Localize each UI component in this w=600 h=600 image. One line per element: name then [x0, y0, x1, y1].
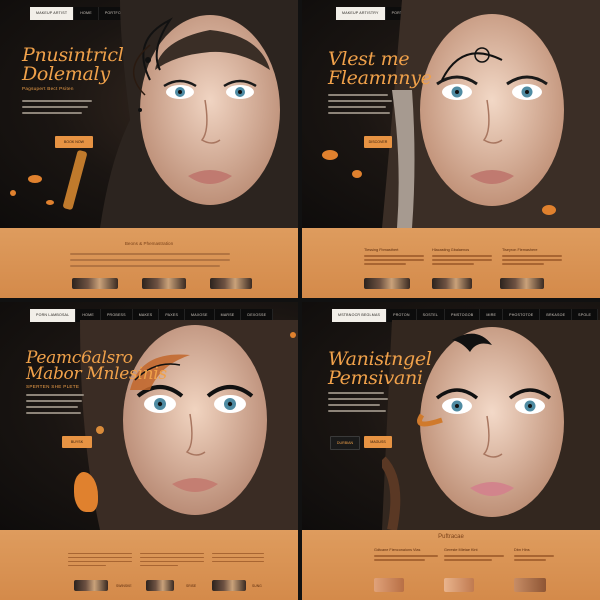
- product-label: SRISE: [186, 584, 197, 588]
- product-image[interactable]: [74, 580, 108, 591]
- product-highlighter-image[interactable]: [142, 278, 186, 289]
- product-image[interactable]: [364, 278, 410, 289]
- panel-1: MAKEUP ARTIST HOME PORTFOLIO SERVICES EV…: [0, 0, 298, 298]
- body-text-line: [328, 94, 388, 96]
- body-text-line: [22, 112, 82, 114]
- nav-item-brand[interactable]: MSTBNOCR BEGLMAS: [332, 309, 388, 322]
- nav-item-brand[interactable]: MAKEUP ARTISTRY: [336, 7, 386, 20]
- text-column: [68, 550, 132, 569]
- product-lipstick-image[interactable]: [72, 278, 118, 289]
- panel-2: MAKEUP ARTISTRY PORTFOLIO SERVICES BRIDA…: [302, 0, 600, 298]
- body-text-line: [328, 106, 386, 108]
- paint-splash: [10, 190, 16, 196]
- hero-headline-line-2: Fleamnnye: [328, 67, 432, 89]
- body-text-line: [328, 404, 380, 406]
- feature-title: Gereste Mletae Kint: [444, 548, 478, 552]
- product-eyeliner-image[interactable]: [210, 278, 252, 289]
- hero-section: MAKEUP ARTISTRY PORTFOLIO SERVICES BRIDA…: [302, 0, 600, 228]
- feature-column: Tlessing Fbmasthert: [364, 248, 424, 267]
- model-portrait: [63, 0, 298, 228]
- nav-item-brand[interactable]: PORN LAMBOSAL: [30, 309, 77, 322]
- paint-splash: [28, 175, 42, 183]
- text-column: [212, 550, 264, 565]
- feature-column: Gdtcane Fienconaions Vias: [374, 548, 438, 563]
- hero-headline-line-2: Dolemaly: [22, 63, 110, 85]
- discover-button[interactable]: DISCOVER: [364, 136, 392, 148]
- hero-headline-line-2: Pemsivani: [328, 367, 423, 389]
- section-title: Puftracae: [438, 534, 464, 540]
- hero-section: MAKEUP ARTIST HOME PORTFOLIO SERVICES EV…: [0, 0, 298, 228]
- body-text-line: [70, 253, 230, 255]
- paint-splash: [542, 205, 556, 215]
- body-text-line: [328, 100, 392, 102]
- hero-subhead: SPERTEN SHE PLETE: [26, 384, 80, 389]
- paint-splash: [322, 150, 338, 160]
- body-text-line: [26, 400, 82, 402]
- feature-column: Hlacasting Gbalaenos: [432, 248, 492, 267]
- body-text-line: [26, 406, 78, 408]
- body-text-line: [22, 106, 88, 108]
- body-text-line: [328, 112, 390, 114]
- section-title: Beons & Phemastration: [124, 241, 174, 246]
- model-portrait: [382, 0, 600, 228]
- feature-title: Hlacasting Gbalaenos: [432, 248, 470, 252]
- hero-section: MSTBNOCR BEGLMAS PROTON SOSTEL PMSTOGOB …: [302, 302, 600, 530]
- product-image[interactable]: [500, 278, 544, 289]
- body-text-line: [22, 100, 92, 102]
- mockup-grid: MAKEUP ARTIST HOME PORTFOLIO SERVICES EV…: [0, 0, 600, 600]
- feature-title: Tlessing Fbmasthert: [364, 248, 399, 252]
- body-text-line: [70, 259, 230, 261]
- hero-headline: Pnusintricl Dolemaly: [22, 46, 124, 84]
- hero-headline: Peamc6alsro Mabor Mnlesinis: [26, 350, 167, 384]
- product-image[interactable]: [514, 578, 546, 592]
- body-text-line: [70, 265, 220, 267]
- feature-column: Dbn Hins: [514, 548, 554, 563]
- hero-headline-line-2: Mabor Mnlesinis: [26, 364, 167, 384]
- hero-subhead: Pagsupert Bect Psiten: [22, 86, 74, 91]
- features-section: Tlessing Fbmasthert Hlacasting Gbalaenos…: [302, 228, 600, 298]
- paint-splash: [46, 200, 54, 205]
- paint-splash: [290, 332, 296, 338]
- body-text-line: [328, 410, 386, 412]
- feature-title: Gdtcane Fienconaions Vias: [374, 548, 421, 552]
- feature-column: Tiseyron Flemashere: [502, 248, 562, 267]
- product-image[interactable]: [374, 578, 404, 592]
- panel-4: MSTBNOCR BEGLMAS PROTON SOSTEL PMSTOGOB …: [302, 302, 600, 600]
- product-section: SWINSKE SRISE SUNG: [0, 530, 298, 600]
- panel-3: PORN LAMBOSAL HOME PROBESS MAKES PAXES M…: [0, 302, 298, 600]
- product-image[interactable]: [432, 278, 472, 289]
- body-text-line: [26, 412, 81, 414]
- body-text-line: [328, 398, 388, 400]
- body-text-line: [26, 394, 84, 396]
- product-section: Puftracae Gdtcane Fienconaions Vias Gere…: [302, 530, 600, 600]
- product-label: SWINSKE: [116, 584, 132, 588]
- product-image[interactable]: [444, 578, 474, 592]
- product-section: Beons & Phemastration: [0, 228, 298, 298]
- buy-button[interactable]: BUYSK: [62, 436, 92, 448]
- product-image[interactable]: [212, 580, 246, 591]
- paint-splash: [352, 170, 362, 178]
- secondary-button[interactable]: MAGUSS: [364, 436, 392, 448]
- product-label: SUNG: [252, 584, 262, 588]
- feature-title: Dbn Hins: [514, 548, 530, 552]
- feature-title: Tiseyron Flemashere: [502, 248, 538, 252]
- product-image[interactable]: [146, 580, 174, 591]
- primary-button[interactable]: DURBIAN: [330, 436, 360, 450]
- hero-headline: Wanistngel Pemsivani: [328, 350, 432, 388]
- text-column: [140, 550, 204, 569]
- book-now-button[interactable]: BOOK NOW: [55, 136, 93, 148]
- feature-column: Gereste Mletae Kint: [444, 548, 504, 563]
- hero-headline: Vlest me Fleamnnye: [328, 50, 432, 88]
- hero-section: PORN LAMBOSAL HOME PROBESS MAKES PAXES M…: [0, 302, 298, 530]
- body-text-line: [328, 392, 384, 394]
